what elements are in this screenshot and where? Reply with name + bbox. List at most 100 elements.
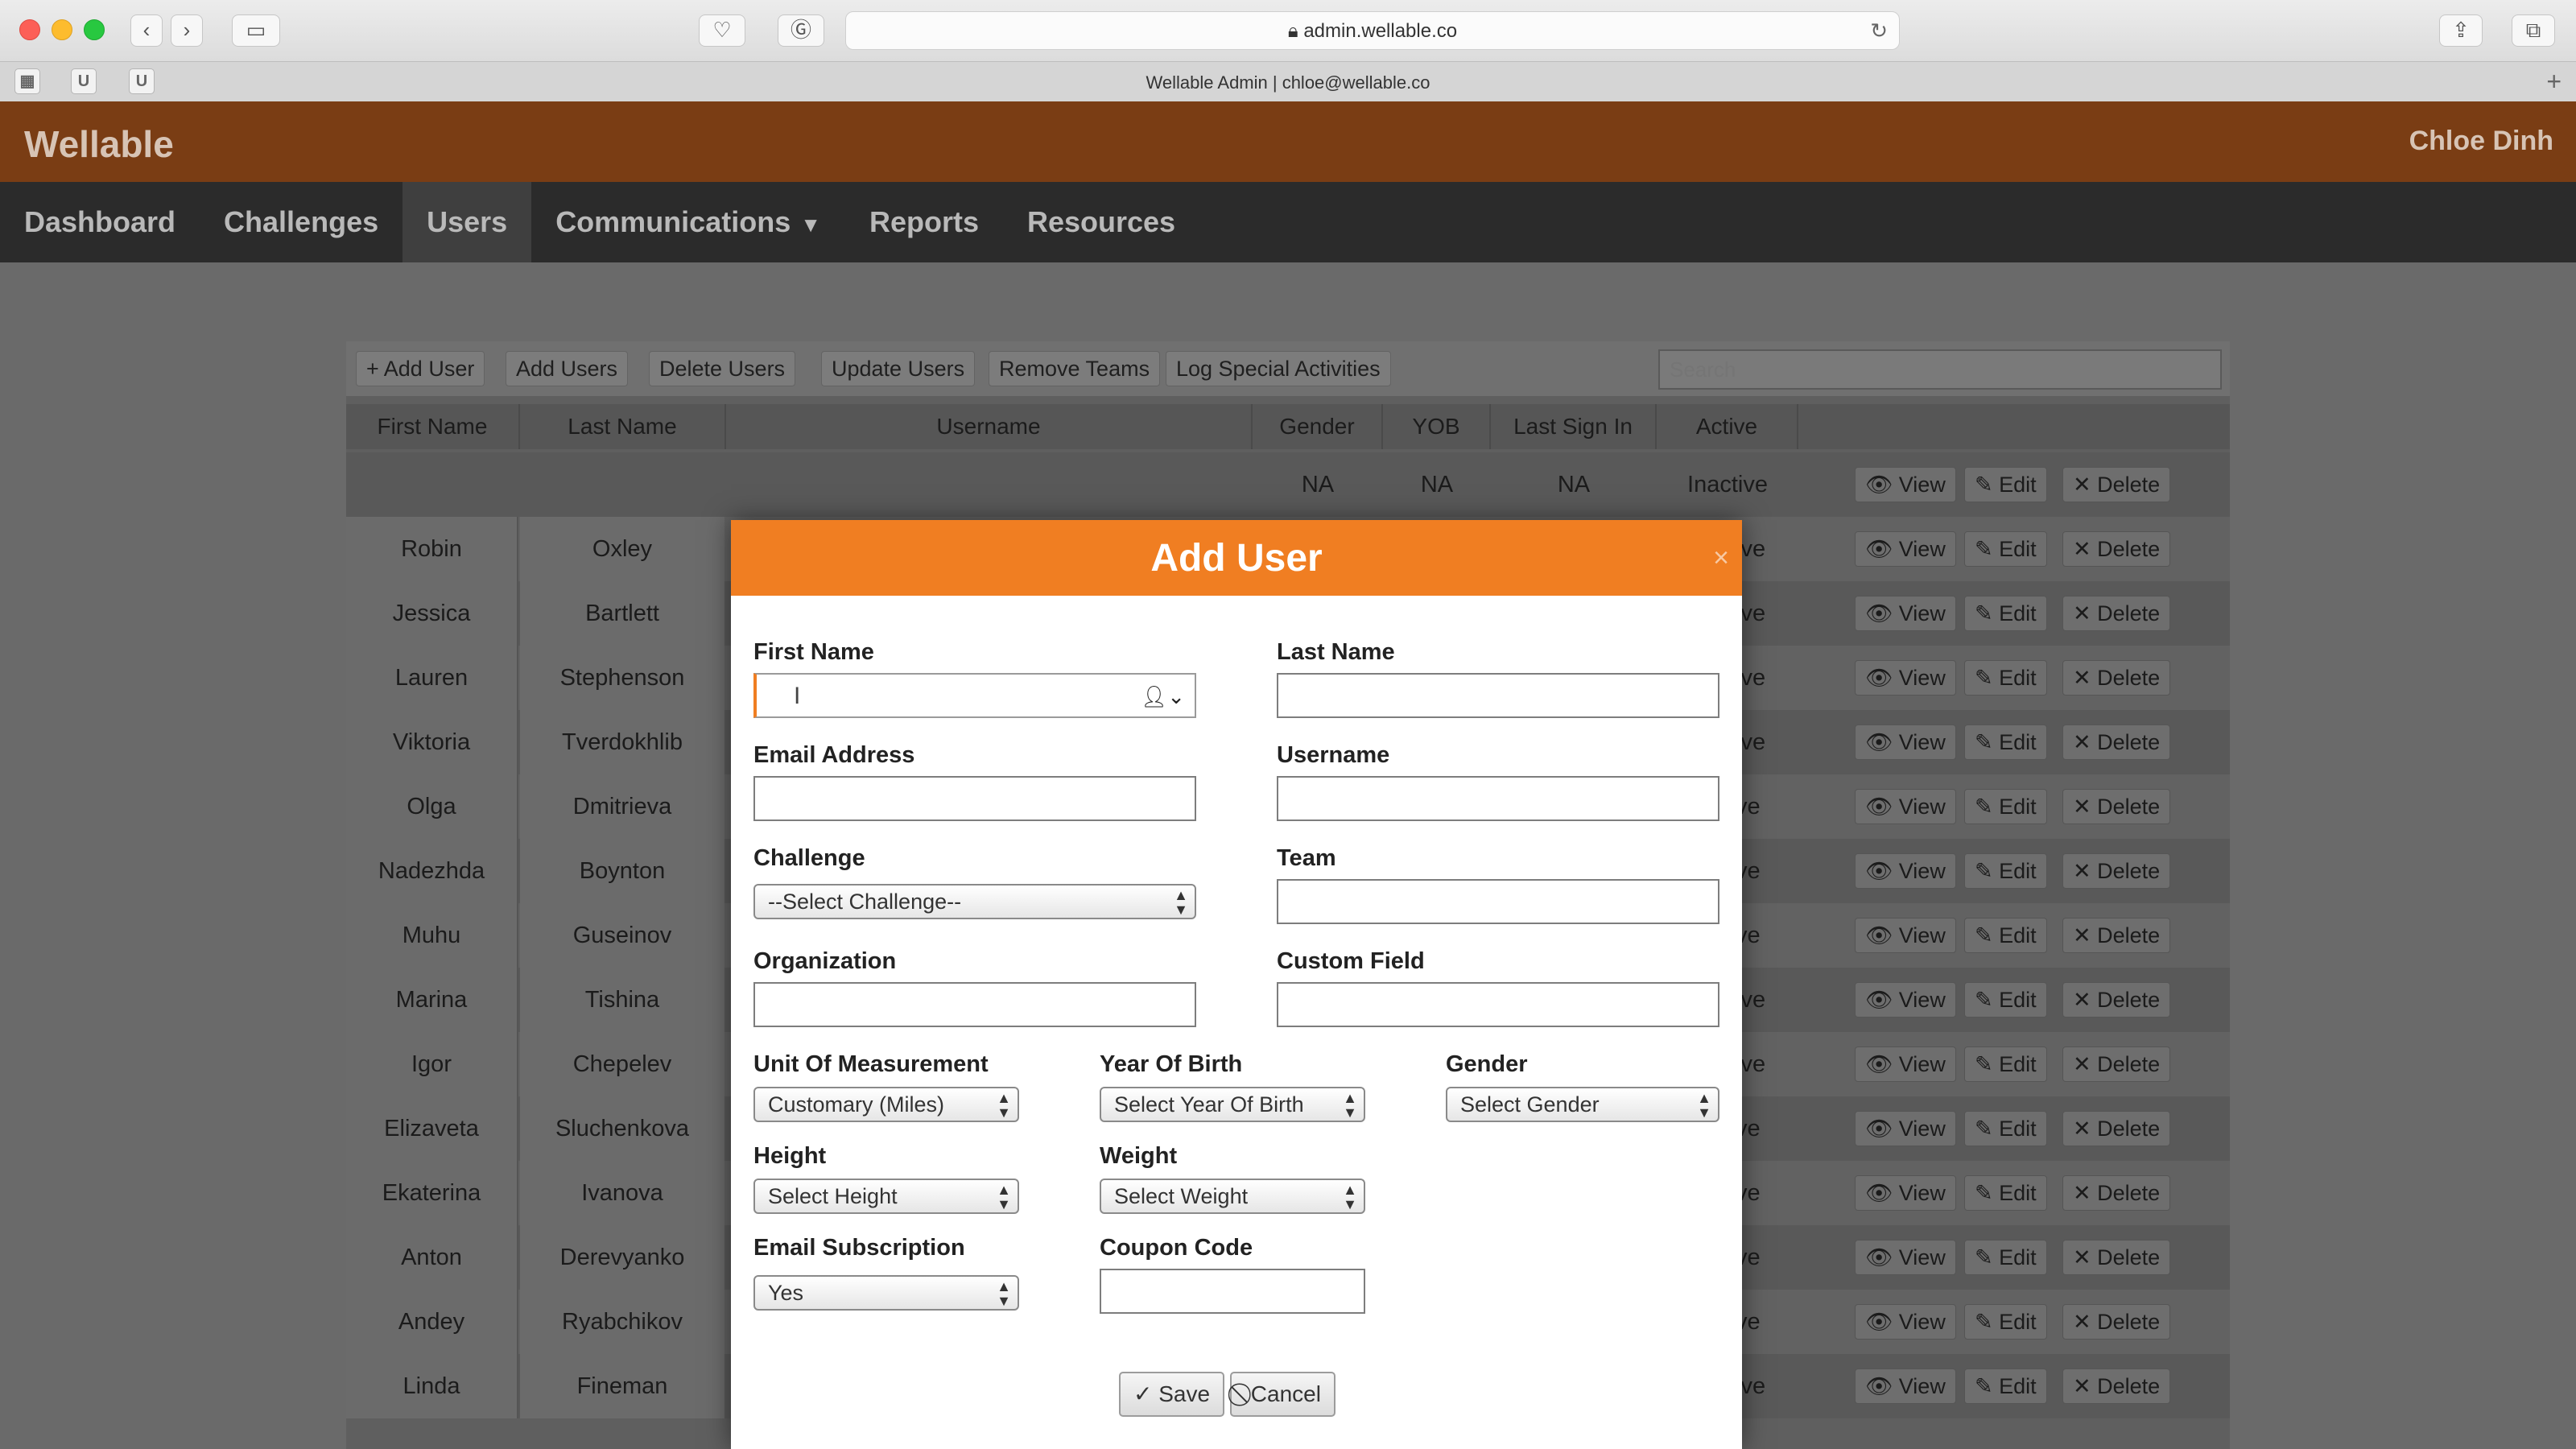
delete-button[interactable]: ✕ Delete xyxy=(2062,1304,2171,1340)
challenge-select[interactable]: --Select Challenge-- ▲ ▼ xyxy=(753,884,1196,919)
view-button[interactable]: 👁︎ View xyxy=(1855,596,1956,631)
delete-button[interactable]: ✕ Delete xyxy=(2062,853,2171,889)
view-button[interactable]: 👁︎ View xyxy=(1855,1304,1956,1340)
log-special-activities-button[interactable]: Log Special Activities xyxy=(1166,351,1391,386)
view-button[interactable]: 👁︎ View xyxy=(1855,982,1956,1018)
edit-button[interactable]: ✎ Edit xyxy=(1964,596,2047,631)
delete-button[interactable]: ✕ Delete xyxy=(2062,1368,2171,1404)
edit-button[interactable]: ✎ Edit xyxy=(1964,1046,2047,1082)
reload-icon[interactable]: ↻ xyxy=(1870,19,1888,43)
custom-field-input[interactable] xyxy=(1277,982,1719,1027)
view-button[interactable]: 👁︎ View xyxy=(1855,853,1956,889)
pocket-icon[interactable]: ♡ xyxy=(699,14,745,47)
edit-button[interactable]: ✎ Edit xyxy=(1964,1368,2047,1404)
view-button[interactable]: 👁︎ View xyxy=(1855,1046,1956,1082)
nav-users[interactable]: Users xyxy=(402,182,532,262)
edit-button[interactable]: ✎ Edit xyxy=(1964,982,2047,1018)
delete-button[interactable]: ✕ Delete xyxy=(2062,1240,2171,1275)
address-bar[interactable]: 🔒︎ admin.wellable.co ↻ xyxy=(845,11,1900,50)
share-icon[interactable]: ⇪ xyxy=(2439,14,2483,47)
nav-communications[interactable]: Communications ▼ xyxy=(531,182,845,262)
edit-button[interactable]: ✎ Edit xyxy=(1964,1175,2047,1211)
view-button[interactable]: 👁︎ View xyxy=(1855,1368,1956,1404)
edit-button[interactable]: ✎ Edit xyxy=(1964,853,2047,889)
contact-autofill-icon[interactable]: 👤︎⌄ xyxy=(1141,684,1185,709)
delete-button[interactable]: ✕ Delete xyxy=(2062,467,2171,502)
forward-icon[interactable]: › xyxy=(171,14,203,47)
nav-reports[interactable]: Reports xyxy=(845,182,1003,262)
yob-select[interactable]: Select Year Of Birth ▲ ▼ xyxy=(1100,1087,1365,1122)
view-button[interactable]: 👁︎ View xyxy=(1855,467,1956,502)
tabs-overview-icon[interactable]: ⧉ xyxy=(2512,14,2555,47)
view-button[interactable]: 👁︎ View xyxy=(1855,660,1956,696)
delete-button[interactable]: ✕ Delete xyxy=(2062,596,2171,631)
view-button[interactable]: 👁︎ View xyxy=(1855,531,1956,567)
edit-button[interactable]: ✎ Edit xyxy=(1964,531,2047,567)
height-select[interactable]: Select Height ▲ ▼ xyxy=(753,1179,1019,1214)
col-username[interactable]: Username xyxy=(726,404,1253,449)
save-button[interactable]: ✓ Save xyxy=(1119,1372,1225,1417)
close-icon[interactable]: × xyxy=(1713,544,1729,572)
user-menu[interactable]: Chloe Dinh xyxy=(2409,126,2553,157)
weight-select[interactable]: Select Weight ▲ ▼ xyxy=(1100,1179,1365,1214)
email-subscription-select[interactable]: Yes ▲ ▼ xyxy=(753,1275,1019,1311)
nav-challenges[interactable]: Challenges xyxy=(200,182,402,262)
team-field[interactable] xyxy=(1277,879,1719,924)
maximize-window-icon[interactable] xyxy=(84,19,105,40)
edit-button[interactable]: ✎ Edit xyxy=(1964,789,2047,824)
view-button[interactable]: 👁︎ View xyxy=(1855,918,1956,953)
delete-button[interactable]: ✕ Delete xyxy=(2062,1046,2171,1082)
brand-logo[interactable]: Wellable xyxy=(24,122,174,166)
view-button[interactable]: 👁︎ View xyxy=(1855,1111,1956,1146)
view-button[interactable]: 👁︎ View xyxy=(1855,789,1956,824)
edit-button[interactable]: ✎ Edit xyxy=(1964,724,2047,760)
edit-button[interactable]: ✎ Edit xyxy=(1964,1111,2047,1146)
nav-resources[interactable]: Resources xyxy=(1003,182,1199,262)
view-button[interactable]: 👁︎ View xyxy=(1855,1175,1956,1211)
delete-button[interactable]: ✕ Delete xyxy=(2062,531,2171,567)
back-icon[interactable]: ‹ xyxy=(130,14,163,47)
view-button[interactable]: 👁︎ View xyxy=(1855,724,1956,760)
view-button[interactable]: 👁︎ View xyxy=(1855,1240,1956,1275)
last-name-field[interactable] xyxy=(1277,673,1719,718)
col-active[interactable]: Active xyxy=(1657,404,1798,449)
edit-button[interactable]: ✎ Edit xyxy=(1964,918,2047,953)
update-users-button[interactable]: Update Users xyxy=(821,351,976,386)
delete-button[interactable]: ✕ Delete xyxy=(2062,724,2171,760)
nav-dashboard[interactable]: Dashboard xyxy=(0,182,200,262)
email-field[interactable] xyxy=(753,776,1196,821)
edit-button[interactable]: ✎ Edit xyxy=(1964,660,2047,696)
minimize-window-icon[interactable] xyxy=(52,19,72,40)
unit-select[interactable]: Customary (Miles) ▲ ▼ xyxy=(753,1087,1019,1122)
coupon-code-field[interactable] xyxy=(1100,1269,1365,1314)
delete-button[interactable]: ✕ Delete xyxy=(2062,660,2171,696)
delete-button[interactable]: ✕ Delete xyxy=(2062,918,2171,953)
first-name-field[interactable]: I 👤︎⌄ xyxy=(753,673,1196,718)
remove-teams-button[interactable]: Remove Teams xyxy=(989,351,1161,386)
edit-button[interactable]: ✎ Edit xyxy=(1964,1240,2047,1275)
delete-button[interactable]: ✕ Delete xyxy=(2062,1175,2171,1211)
new-tab-icon[interactable]: + xyxy=(2546,67,2562,97)
edit-button[interactable]: ✎ Edit xyxy=(1964,467,2047,502)
organization-field[interactable] xyxy=(753,982,1196,1027)
col-yob[interactable]: YOB xyxy=(1383,404,1491,449)
grammarly-icon[interactable]: Ⓖ xyxy=(778,14,824,47)
delete-button[interactable]: ✕ Delete xyxy=(2062,982,2171,1018)
col-last-name[interactable]: Last Name xyxy=(520,404,726,449)
cancel-button[interactable]: ⃠ Cancel xyxy=(1230,1372,1335,1417)
delete-button[interactable]: ✕ Delete xyxy=(2062,1111,2171,1146)
close-window-icon[interactable] xyxy=(19,19,40,40)
active-tab-title[interactable]: Wellable Admin | chloe@wellable.co xyxy=(0,72,2576,93)
search-input[interactable] xyxy=(1658,349,2222,390)
add-users-button[interactable]: Add Users xyxy=(506,351,629,386)
gender-select[interactable]: Select Gender ▲ ▼ xyxy=(1446,1087,1719,1122)
sidebar-toggle-icon[interactable]: ▭ xyxy=(232,14,280,47)
username-field[interactable] xyxy=(1277,776,1719,821)
edit-button[interactable]: ✎ Edit xyxy=(1964,1304,2047,1340)
col-first-name[interactable]: First Name xyxy=(346,404,520,449)
add-user-button[interactable]: + Add User xyxy=(356,351,485,386)
col-gender[interactable]: Gender xyxy=(1253,404,1383,449)
col-last-sign-in[interactable]: Last Sign In xyxy=(1491,404,1657,449)
delete-button[interactable]: ✕ Delete xyxy=(2062,789,2171,824)
delete-users-button[interactable]: Delete Users xyxy=(649,351,796,386)
